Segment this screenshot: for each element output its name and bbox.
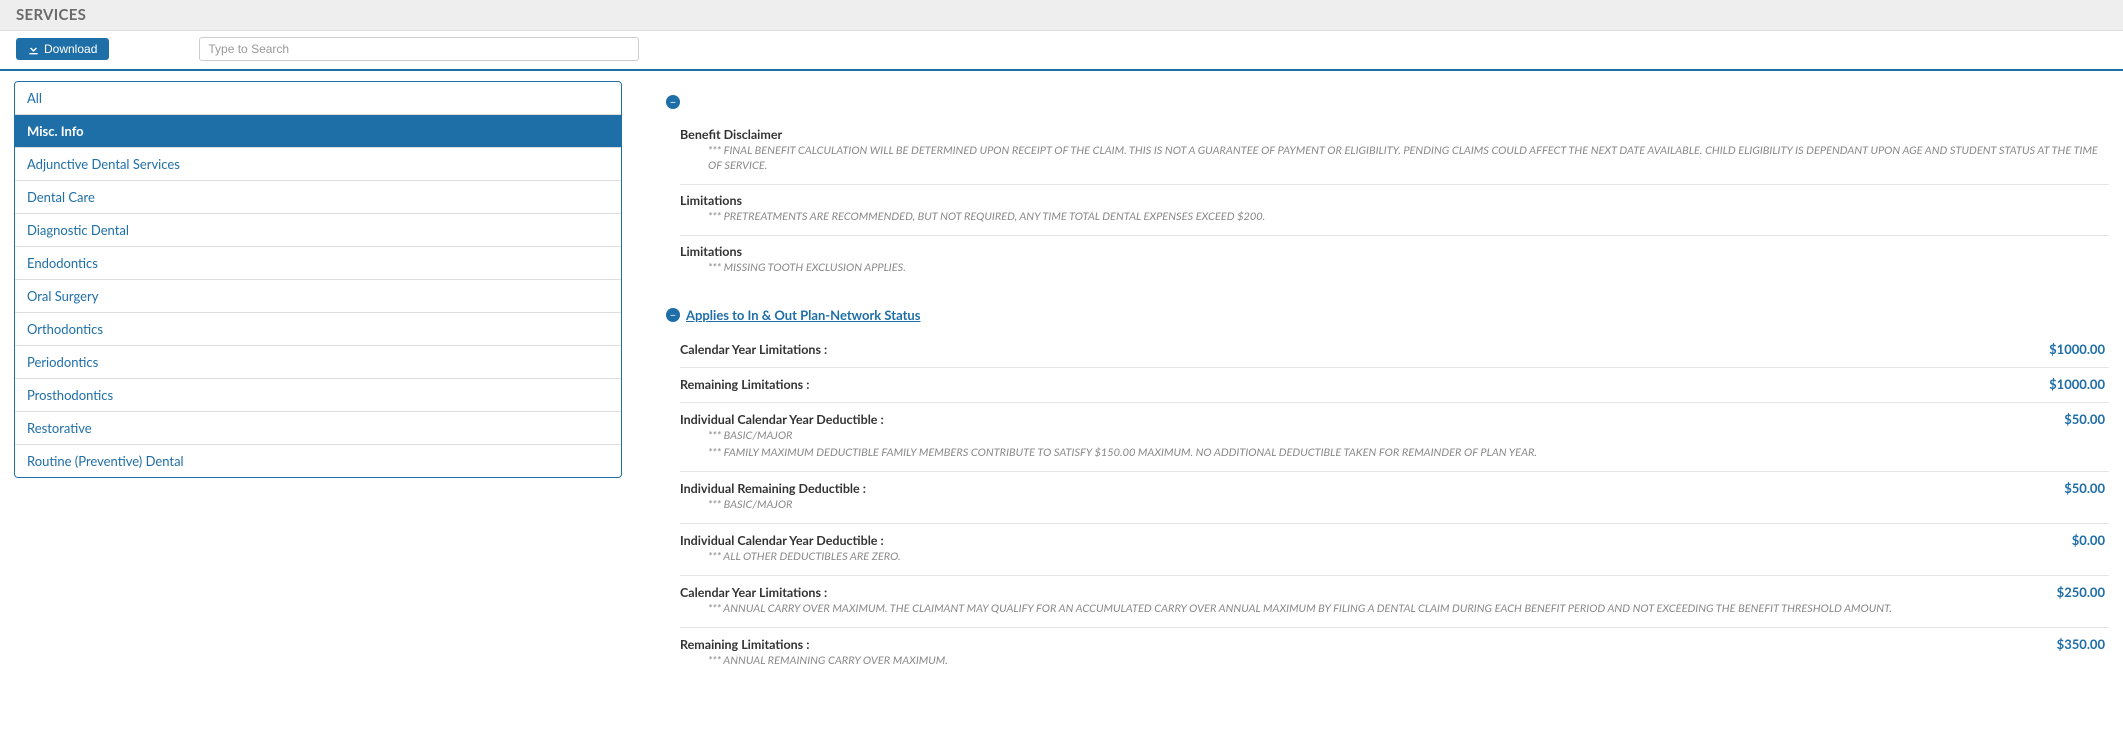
detail-item: Individual Calendar Year Deductible : $0… [680, 524, 2109, 576]
detail-label: Individual Calendar Year Deductible : [680, 533, 884, 548]
sidebar-item-restorative[interactable]: Restorative [15, 412, 621, 445]
detail-value: $50.00 [2064, 480, 2105, 496]
page-header: SERVICES [0, 0, 2123, 31]
page-title: SERVICES [16, 6, 2107, 24]
detail-value: $0.00 [2072, 532, 2105, 548]
sidebar-item-label: Dental Care [27, 189, 95, 205]
download-button-label: Download [44, 42, 97, 56]
sidebar-item-label: Orthodontics [27, 321, 103, 337]
detail-note: *** BASIC/MAJOR [708, 498, 2109, 513]
detail-item: Limitations *** MISSING TOOTH EXCLUSION … [680, 236, 2109, 286]
detail-note: *** PRETREATMENTS ARE RECOMMENDED, BUT N… [708, 210, 2109, 225]
sidebar-item-endodontics[interactable]: Endodontics [15, 247, 621, 280]
detail-label: Remaining Limitations : [680, 377, 809, 392]
sidebar-item-prosthodontics[interactable]: Prosthodontics [15, 379, 621, 412]
detail-item: Remaining Limitations : $350.00 *** ANNU… [680, 628, 2109, 679]
detail-item: Calendar Year Limitations : $250.00 *** … [680, 576, 2109, 628]
sidebar-item-periodontics[interactable]: Periodontics [15, 346, 621, 379]
detail-note: *** ANNUAL CARRY OVER MAXIMUM. THE CLAIM… [708, 602, 2109, 617]
detail-value: $250.00 [2057, 584, 2105, 600]
detail-label: Calendar Year Limitations : [680, 585, 827, 600]
section-title-link[interactable]: Applies to In & Out Plan-Network Status [686, 307, 920, 323]
detail-item: Remaining Limitations : $1000.00 [680, 368, 2109, 403]
detail-item: Benefit Disclaimer *** FINAL BENEFIT CAL… [680, 119, 2109, 185]
sidebar-item-oral-surgery[interactable]: Oral Surgery [15, 280, 621, 313]
sidebar-item-label: Misc. Info [27, 123, 84, 139]
sidebar-item-diagnostic-dental[interactable]: Diagnostic Dental [15, 214, 621, 247]
section-2-head: − Applies to In & Out Plan-Network Statu… [666, 307, 2109, 323]
sidebar-item-label: Routine (Preventive) Dental [27, 453, 184, 469]
detail-label: Remaining Limitations : [680, 637, 809, 652]
detail-note: *** ALL OTHER DEDUCTIBLES ARE ZERO. [708, 550, 2109, 565]
detail-label: Calendar Year Limitations : [680, 342, 827, 357]
search-input[interactable] [199, 37, 639, 61]
detail-value: $1000.00 [2049, 341, 2105, 357]
detail-item: Calendar Year Limitations : $1000.00 [680, 333, 2109, 368]
content-area: All Misc. Info Adjunctive Dental Service… [0, 71, 2123, 688]
sidebar-item-all[interactable]: All [15, 82, 621, 115]
sidebar-item-misc-info[interactable]: Misc. Info [15, 115, 621, 148]
detail-item: Limitations *** PRETREATMENTS ARE RECOMM… [680, 185, 2109, 236]
sidebar-item-label: Oral Surgery [27, 288, 98, 304]
sidebar-item-label: Diagnostic Dental [27, 222, 129, 238]
detail-label: Limitations [680, 193, 742, 208]
detail-item: Individual Calendar Year Deductible : $5… [680, 403, 2109, 472]
download-icon [28, 44, 39, 55]
sidebar-item-label: Endodontics [27, 255, 98, 271]
detail-label: Individual Calendar Year Deductible : [680, 412, 884, 427]
sidebar-item-label: Adjunctive Dental Services [27, 156, 180, 172]
detail-note: *** FINAL BENEFIT CALCULATION WILL BE DE… [708, 144, 2109, 174]
detail-note: *** ANNUAL REMAINING CARRY OVER MAXIMUM. [708, 654, 2109, 669]
toolbar: Download [0, 31, 2123, 71]
detail-value: $1000.00 [2049, 376, 2105, 392]
sidebar-item-routine-preventive[interactable]: Routine (Preventive) Dental [15, 445, 621, 477]
collapse-icon[interactable]: − [666, 308, 680, 322]
sidebar-item-label: All [27, 90, 42, 106]
sidebar-item-orthodontics[interactable]: Orthodontics [15, 313, 621, 346]
detail-note: *** BASIC/MAJOR [708, 429, 2109, 444]
sidebar-item-label: Periodontics [27, 354, 98, 370]
detail-note: *** FAMILY MAXIMUM DEDUCTIBLE FAMILY MEM… [708, 446, 2109, 461]
detail-value: $50.00 [2064, 411, 2105, 427]
sidebar-item-label: Restorative [27, 420, 92, 436]
detail-item: Individual Remaining Deductible : $50.00… [680, 472, 2109, 524]
detail-label: Individual Remaining Deductible : [680, 481, 866, 496]
section-1-list: Benefit Disclaimer *** FINAL BENEFIT CAL… [680, 119, 2109, 285]
sidebar: All Misc. Info Adjunctive Dental Service… [14, 81, 622, 478]
main-panel: − Benefit Disclaimer *** FINAL BENEFIT C… [666, 81, 2109, 678]
section-2-list: Calendar Year Limitations : $1000.00 Rem… [680, 333, 2109, 678]
sidebar-item-adjunctive-dental[interactable]: Adjunctive Dental Services [15, 148, 621, 181]
detail-label: Limitations [680, 244, 742, 259]
detail-label: Benefit Disclaimer [680, 127, 782, 142]
detail-value: $350.00 [2057, 636, 2105, 652]
section-1-head: − [666, 95, 2109, 109]
sidebar-item-dental-care[interactable]: Dental Care [15, 181, 621, 214]
download-button[interactable]: Download [16, 38, 109, 60]
sidebar-item-label: Prosthodontics [27, 387, 113, 403]
collapse-icon[interactable]: − [666, 95, 680, 109]
detail-note: *** MISSING TOOTH EXCLUSION APPLIES. [708, 261, 2109, 276]
